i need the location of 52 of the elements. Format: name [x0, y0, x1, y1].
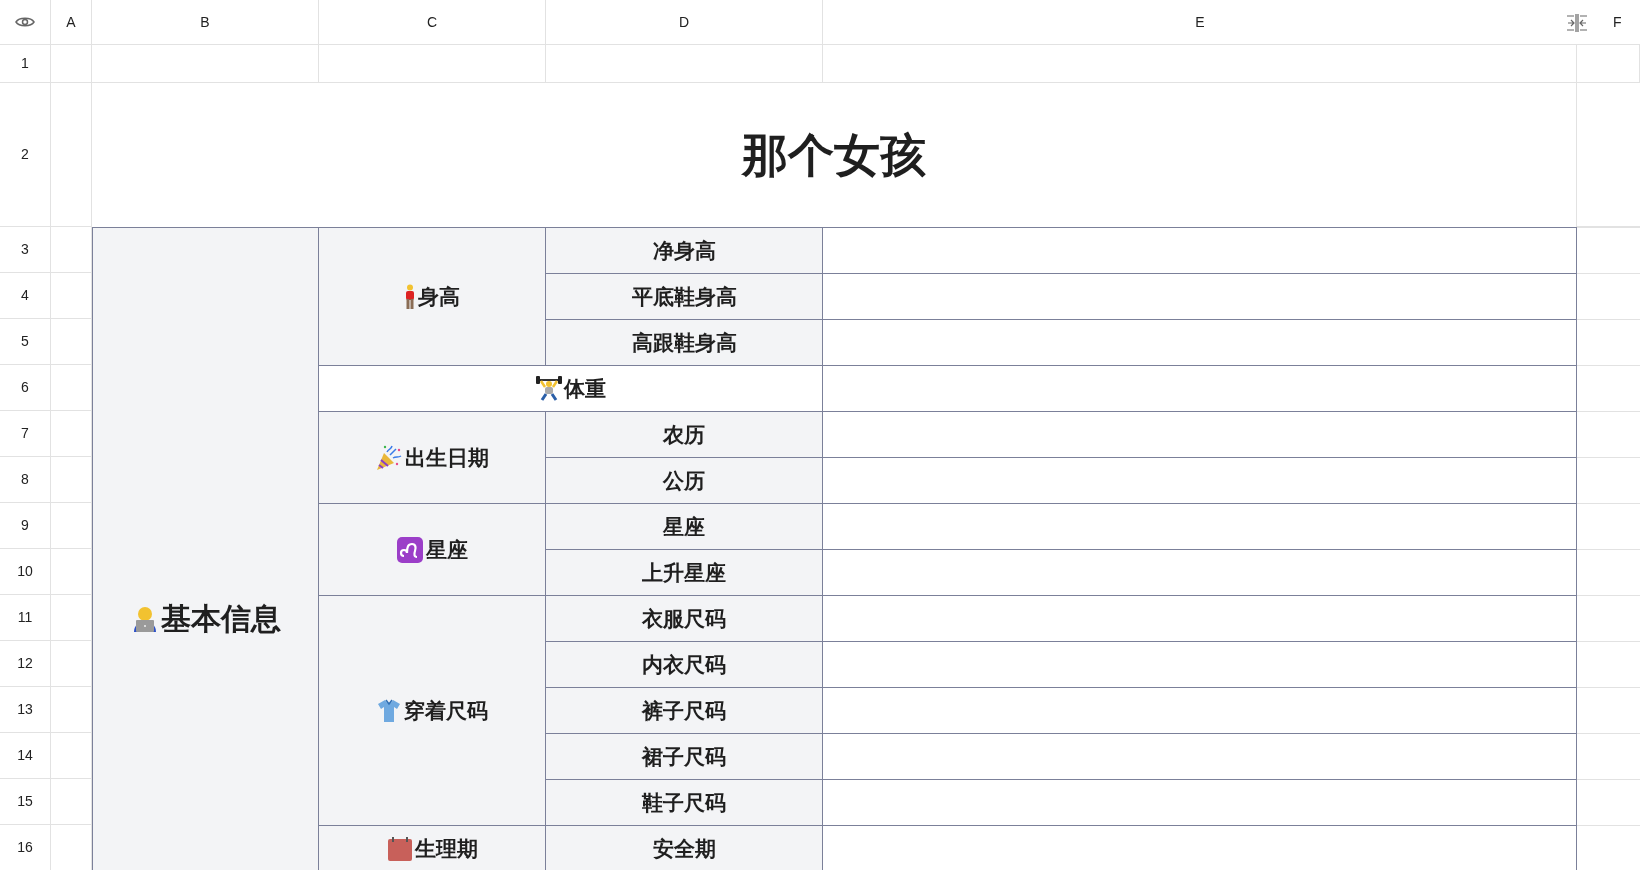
cell-label: 星座: [426, 536, 468, 563]
table-cell: 安全期: [546, 825, 823, 870]
row-number[interactable]: 10: [0, 549, 51, 595]
zodiac-sign-icon: [396, 535, 424, 564]
table-cell: 公历: [546, 457, 823, 503]
table-cell: 农历: [546, 411, 823, 457]
table-cell: 裙子尺码: [546, 733, 823, 779]
cell-label: 出生日期: [405, 444, 489, 471]
collapse-columns-icon[interactable]: [1566, 13, 1588, 33]
row-number[interactable]: 1: [0, 45, 51, 83]
cell-label: 基本信息: [160, 601, 281, 637]
table-cell: 裤子尺码: [546, 687, 823, 733]
row-number[interactable]: 4: [0, 273, 51, 319]
table-cell: 平底鞋身高: [546, 273, 823, 319]
row-number[interactable]: 3: [0, 227, 51, 273]
row-number[interactable]: 9: [0, 503, 51, 549]
column-header[interactable]: D: [546, 0, 823, 45]
row-number[interactable]: 15: [0, 779, 51, 825]
weightlifter-icon: [535, 375, 562, 402]
cell-label: 穿着尺码: [404, 697, 488, 724]
column-header[interactable]: F: [1577, 0, 1640, 45]
calendar-icon: [386, 835, 413, 862]
table-cell: 内衣尺码: [546, 641, 823, 687]
table-cell: 鞋子尺码: [546, 779, 823, 825]
row-number[interactable]: 2: [0, 83, 51, 227]
row-number[interactable]: 6: [0, 365, 51, 411]
eye-icon[interactable]: [15, 15, 35, 29]
table-cell: 高跟鞋身高: [546, 319, 823, 365]
row-number[interactable]: 14: [0, 733, 51, 779]
table-cell: 星座: [546, 503, 823, 549]
cell-label: 生理期: [414, 835, 478, 862]
row-number[interactable]: 12: [0, 641, 51, 687]
cell-label: 体重: [563, 375, 606, 402]
table-cell: 净身高: [546, 227, 823, 273]
party-popper-icon: [375, 443, 403, 472]
row-number[interactable]: 11: [0, 595, 51, 641]
column-header[interactable]: A: [51, 0, 92, 45]
column-header[interactable]: E: [823, 0, 1577, 45]
row-number[interactable]: 5: [0, 319, 51, 365]
table-cell: [1577, 45, 1640, 83]
row-number[interactable]: 13: [0, 687, 51, 733]
table-cell: [51, 45, 92, 83]
row-number[interactable]: 8: [0, 457, 51, 503]
row-number[interactable]: 16: [0, 825, 51, 870]
column-header[interactable]: B: [92, 0, 319, 45]
table-cell: 上升星座: [546, 549, 823, 595]
cell-label: 身高: [418, 283, 460, 310]
shirt-icon: [376, 697, 402, 724]
table-cell: 衣服尺码: [546, 595, 823, 641]
standing-figure-icon: [404, 283, 416, 310]
row-number[interactable]: 7: [0, 411, 51, 457]
column-header[interactable]: C: [319, 0, 546, 45]
